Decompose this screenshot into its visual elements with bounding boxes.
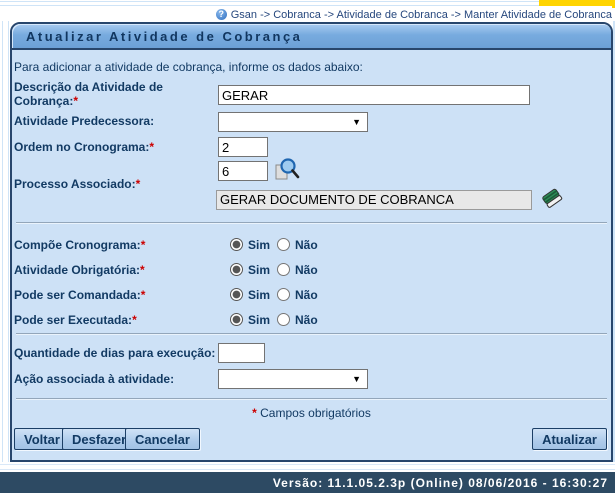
ordem-label: Ordem no Cronograma:* — [14, 140, 154, 154]
dias-label: Quantidade de dias para execução: — [14, 346, 215, 360]
eraser-icon[interactable] — [540, 185, 564, 211]
search-icon-graphic — [274, 157, 300, 183]
radio-sim[interactable] — [230, 288, 243, 301]
pode-ser-comandada-label-text: Pode ser Comandada: — [14, 288, 141, 302]
left-stripe-band — [0, 8, 10, 472]
required-star: * — [252, 406, 257, 420]
help-icon[interactable]: ? — [216, 9, 227, 20]
atividade-obrigatoria-label: Atividade Obrigatória:* — [14, 263, 145, 277]
yellow-highlight-corner — [539, 0, 615, 6]
pode-ser-comandada-label: Pode ser Comandada:* — [14, 288, 145, 302]
search-icon[interactable] — [274, 157, 300, 183]
ordem-input[interactable] — [218, 137, 268, 157]
pode-ser-comandada-row: Pode ser Comandada:* Sim Não — [12, 287, 611, 303]
radio-sim[interactable] — [230, 238, 243, 251]
radio-nao[interactable] — [277, 313, 290, 326]
descricao-label-text: Descrição da Atividade de Cobrança: — [14, 80, 163, 108]
atualizar-button[interactable]: Atualizar — [532, 428, 607, 450]
acao-label: Ação associada à atividade: — [14, 372, 174, 386]
separator — [16, 398, 607, 400]
required-note-text: Campos obrigatórios — [260, 406, 371, 420]
processo-descricao-field: GERAR DOCUMENTO DE COBRANCA — [216, 190, 532, 210]
dias-input[interactable] — [218, 343, 265, 363]
radio-sim-label: Sim — [248, 238, 270, 252]
breadcrumb-bar: ? Gsan -> Cobranca -> Atividade de Cobra… — [0, 8, 615, 21]
footer-bar: Versão: 11.1.05.2.3p (Online) 08/06/2016… — [0, 472, 615, 493]
separator — [16, 333, 607, 335]
chevron-down-icon: ▼ — [352, 374, 361, 384]
ordem-label-text: Ordem no Cronograma: — [14, 140, 149, 154]
compoe-cronograma-row: Compõe Cronograma:* Sim Não — [12, 237, 611, 253]
radio-nao-label: Não — [295, 263, 318, 277]
radio-nao-label: Não — [295, 288, 318, 302]
required-star: * — [141, 238, 146, 252]
atividade-obrigatoria-row: Atividade Obrigatória:* Sim Não — [12, 262, 611, 278]
instruction-text: Para adicionar a atividade de cobrança, … — [14, 60, 363, 74]
radio-nao[interactable] — [277, 288, 290, 301]
required-star: * — [136, 177, 141, 191]
required-fields-note: * Campos obrigatórios — [12, 406, 611, 420]
radio-nao-label: Não — [295, 238, 318, 252]
cancelar-button[interactable]: Cancelar — [125, 428, 200, 450]
radio-nao[interactable] — [277, 263, 290, 276]
required-star: * — [149, 140, 154, 154]
descricao-label: Descrição da Atividade de Cobrança:* — [14, 80, 214, 108]
radio-sim[interactable] — [230, 313, 243, 326]
predecessora-label: Atividade Predecessora: — [14, 114, 154, 128]
compoe-cronograma-label-text: Compõe Cronograma: — [14, 238, 141, 252]
required-star: * — [132, 313, 137, 327]
processo-input[interactable] — [218, 161, 268, 181]
pode-ser-executada-row: Pode ser Executada:* Sim Não — [12, 312, 611, 328]
processo-label-text: Processo Associado: — [14, 177, 136, 191]
required-star: * — [140, 263, 145, 277]
bottom-stripe-band — [0, 462, 615, 472]
compoe-cronograma-label: Compõe Cronograma:* — [14, 238, 145, 252]
required-star: * — [73, 94, 78, 108]
required-star: * — [141, 288, 146, 302]
radio-nao-label: Não — [295, 313, 318, 327]
page-title: Atualizar Atividade de Cobrança — [12, 24, 611, 50]
chevron-down-icon: ▼ — [352, 117, 361, 127]
descricao-input[interactable] — [218, 85, 530, 105]
separator — [16, 222, 607, 224]
predecessora-select[interactable]: ▼ — [218, 112, 368, 132]
processo-label: Processo Associado:* — [14, 177, 140, 191]
version-text: Versão: 11.1.05.2.3p (Online) 08/06/2016… — [273, 476, 608, 490]
radio-sim-label: Sim — [248, 288, 270, 302]
breadcrumb: Gsan -> Cobranca -> Atividade de Cobranc… — [231, 9, 612, 21]
radio-sim[interactable] — [230, 263, 243, 276]
atividade-obrigatoria-label-text: Atividade Obrigatória: — [14, 263, 140, 277]
radio-sim-label: Sim — [248, 263, 270, 277]
eraser-icon-graphic — [540, 185, 564, 211]
form-content: Para adicionar a atividade de cobrança, … — [12, 50, 611, 460]
pode-ser-executada-label-text: Pode ser Executada: — [14, 313, 132, 327]
top-stripe-band — [0, 0, 615, 8]
radio-sim-label: Sim — [248, 313, 270, 327]
acao-select[interactable]: ▼ — [218, 369, 368, 389]
update-activity-panel: Atualizar Atividade de Cobrança Para adi… — [10, 22, 613, 462]
radio-nao[interactable] — [277, 238, 290, 251]
pode-ser-executada-label: Pode ser Executada:* — [14, 313, 137, 327]
